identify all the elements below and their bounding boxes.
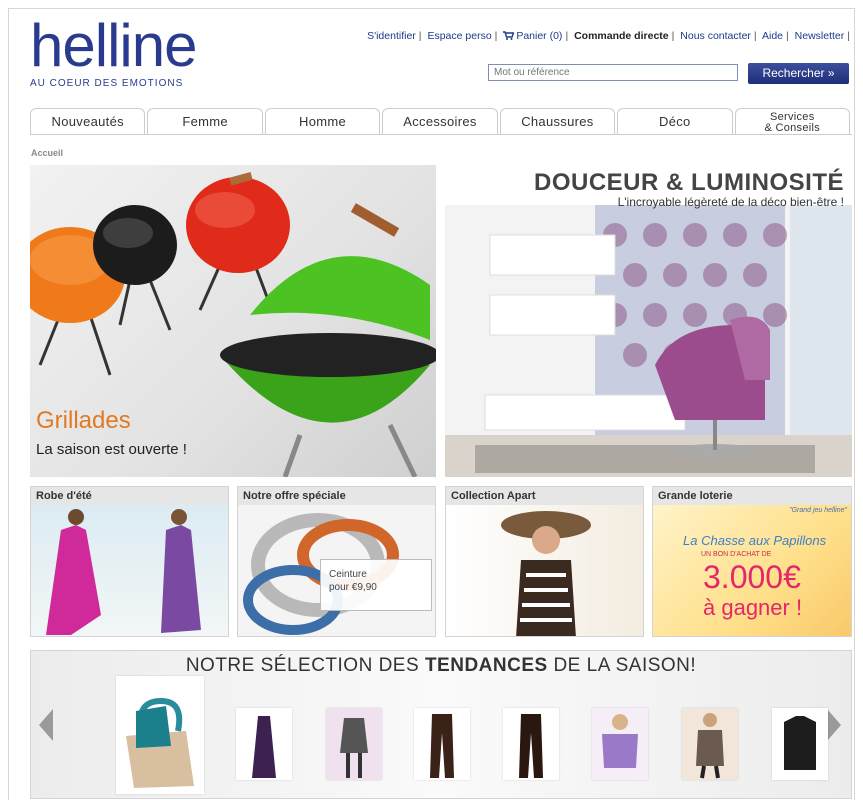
product-top[interactable] xyxy=(772,708,828,780)
newsletter-link[interactable]: Newsletter xyxy=(795,30,845,42)
tile-collection-title: Collection Apart xyxy=(446,487,643,505)
search-button[interactable]: Rechercher » xyxy=(748,63,849,84)
grill-banner[interactable]: Grillades La saison est ouverte ! xyxy=(30,165,436,477)
tile-loterie-title: Grande loterie xyxy=(653,487,851,505)
loterie-bon-text: UN BON D'ACHAT DE xyxy=(701,551,772,558)
carousel-next-arrow-icon[interactable] xyxy=(827,709,841,741)
product-jacket[interactable] xyxy=(326,708,382,780)
product-dress[interactable] xyxy=(236,708,292,780)
loterie-gagner: à gagner ! xyxy=(703,595,803,620)
tab-services-conseils[interactable]: Services & Conseils xyxy=(734,108,850,134)
carousel-prev-arrow-icon[interactable] xyxy=(39,709,53,741)
services-label-2: & Conseils xyxy=(764,122,821,134)
grill-subtitle: La saison est ouverte ! xyxy=(36,441,187,458)
tile-robe-title: Robe d'été xyxy=(31,487,228,505)
logo-tagline: AU COEUR DES EMOTIONS xyxy=(30,78,184,89)
robe-image xyxy=(31,505,228,636)
belt-price-box: Ceinture pour €9,90 xyxy=(320,559,432,611)
product-pants-2[interactable] xyxy=(503,708,559,780)
signin-link[interactable]: S'identifier xyxy=(367,30,416,42)
espace-perso-link[interactable]: Espace perso xyxy=(427,30,491,42)
commande-directe-link[interactable]: Commande directe xyxy=(574,30,669,42)
collection-image xyxy=(446,505,643,636)
product-sweater[interactable] xyxy=(592,708,648,780)
tab-femme[interactable]: Femme xyxy=(147,108,263,134)
tile-offre-title: Notre offre spéciale xyxy=(238,487,435,505)
tile-collection-apart[interactable]: Collection Apart xyxy=(445,486,644,637)
product-bag[interactable] xyxy=(116,676,204,794)
deco-subtitle: L'incroyable légèreté de la déco bien-êt… xyxy=(617,195,844,209)
tab-homme[interactable]: Homme xyxy=(264,108,381,134)
logo-wordmark: helline xyxy=(30,12,197,79)
tab-accessoires[interactable]: Accessoires xyxy=(382,108,498,134)
belt-caption: Ceinture xyxy=(329,569,367,580)
tab-nouveautes[interactable]: Nouveautés xyxy=(30,108,146,134)
contact-link[interactable]: Nous contacter xyxy=(680,30,751,42)
grill-title: Grillades xyxy=(36,407,131,434)
product-pants-1[interactable] xyxy=(414,708,470,780)
tile-robe-ete[interactable]: Robe d'été xyxy=(30,486,229,637)
tile-grande-loterie[interactable]: Grande loterie "Grand jeu helline" La Ch… xyxy=(652,486,852,637)
loterie-image: "Grand jeu helline" La Chasse aux Papill… xyxy=(653,505,851,636)
search-input[interactable] xyxy=(488,64,738,81)
main-nav: Nouveautés Femme Homme Accessoires Chaus… xyxy=(30,108,852,135)
loterie-heading: La Chasse aux Papillons xyxy=(683,533,827,548)
trends-carousel: NOTRE SÉLECTION DES TENDANCES DE LA SAIS… xyxy=(30,650,852,799)
trends-title: NOTRE SÉLECTION DES TENDANCES DE LA SAIS… xyxy=(185,655,697,676)
product-coat[interactable] xyxy=(682,708,738,780)
loterie-amount: 3.000€ xyxy=(703,559,801,595)
deco-illustration xyxy=(445,205,852,477)
loterie-small-text: "Grand jeu helline" xyxy=(789,507,847,514)
top-links: S'identifier | Espace perso | Panier (0) | … xyxy=(367,30,850,42)
tab-deco[interactable]: Déco xyxy=(617,108,733,134)
tab-chaussures[interactable]: Chaussures xyxy=(499,108,616,134)
cart-link[interactable]: Panier (0) xyxy=(516,30,562,42)
cart-icon[interactable] xyxy=(503,31,515,40)
belt-price: pour €9,90 xyxy=(329,582,377,593)
helline-logo[interactable]: helline AU COEUR DES EMOTIONS xyxy=(30,16,230,96)
aide-link[interactable]: Aide xyxy=(762,30,783,42)
deco-banner[interactable]: DOUCEUR & LUMINOSITÉ L'incroyable légère… xyxy=(445,165,852,477)
tile-offre-speciale[interactable]: Notre offre spéciale Ceinture pour €9,90 xyxy=(237,486,436,637)
deco-title: DOUCEUR & LUMINOSITÉ xyxy=(534,169,844,196)
breadcrumb[interactable]: Accueil xyxy=(31,148,63,158)
